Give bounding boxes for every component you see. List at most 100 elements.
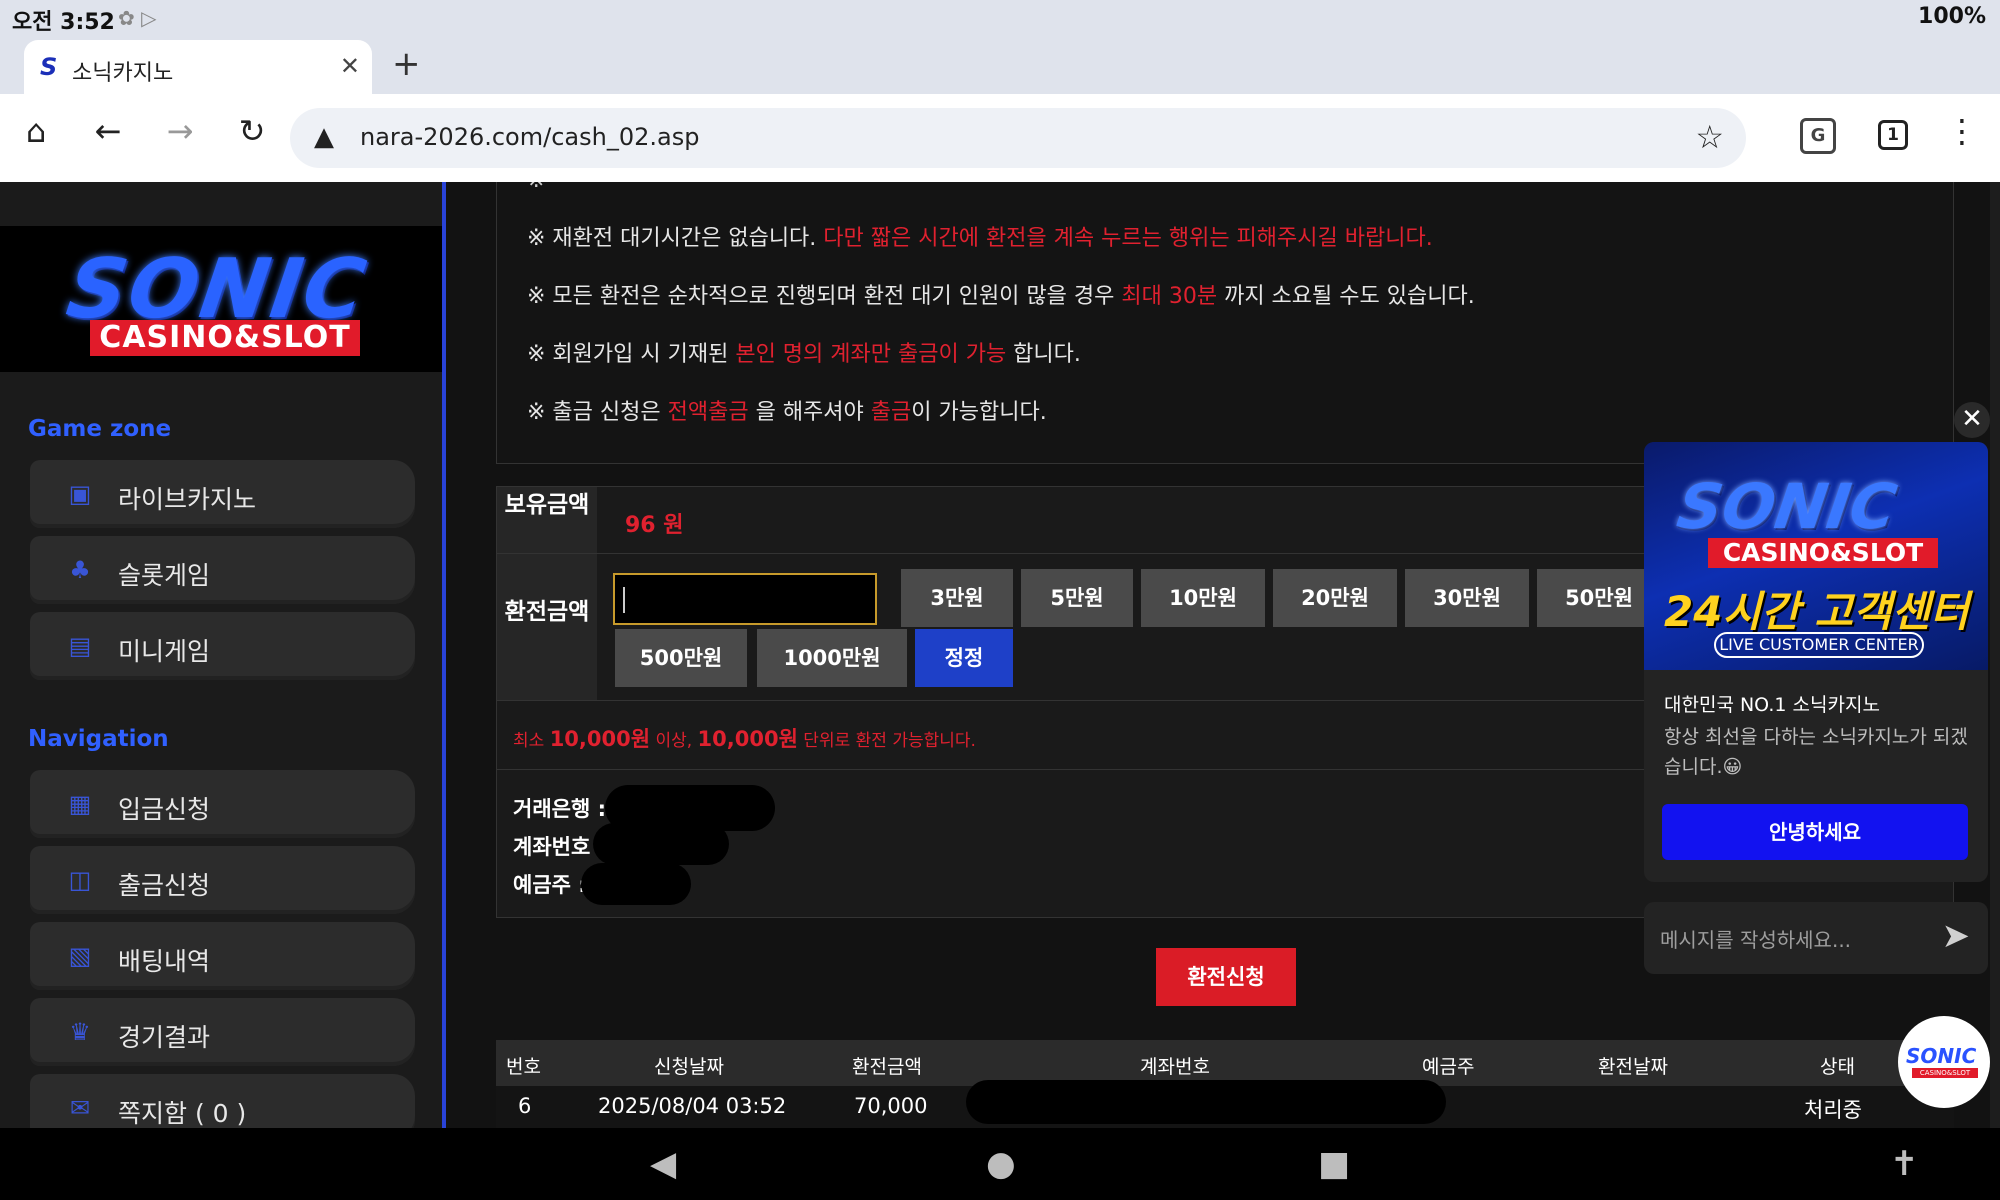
page-scroll-edge[interactable] bbox=[1990, 182, 2000, 1128]
amount-30000-button[interactable]: 3만원 bbox=[901, 569, 1013, 627]
balance-label: 보유금액 bbox=[497, 487, 597, 553]
column-header: 상태 bbox=[1820, 1056, 1855, 1078]
redaction-mark bbox=[581, 863, 691, 905]
logo-casino-slot: CASINO&SLOT bbox=[90, 320, 360, 356]
chat-close-icon[interactable]: ✕ bbox=[1954, 402, 1990, 438]
column-header: 환전날짜 bbox=[1598, 1056, 1668, 1078]
sidebar-item-label: 입금신청 bbox=[118, 795, 211, 824]
redaction-mark bbox=[966, 1080, 1446, 1124]
account-holder-label: 예금주 : bbox=[513, 873, 587, 897]
url-text[interactable]: nara-2026.com/cash_02.asp bbox=[360, 123, 699, 151]
sidebar-item-messages[interactable]: ✉ 쪽지함 ( 0 ) bbox=[30, 1074, 415, 1128]
betting-history-icon: ▧ bbox=[68, 942, 92, 970]
chat-message-input[interactable]: 메시지를 작성하세요... ➤ bbox=[1644, 902, 1988, 974]
accessibility-icon[interactable]: ✝ bbox=[1890, 1144, 1919, 1184]
chat-launcher-button[interactable]: SONIC CASINO&SLOT bbox=[1898, 1016, 1990, 1108]
sidebar-item-mini-game[interactable]: ▤ 미니게임 bbox=[30, 612, 415, 680]
chat-hello-button[interactable]: 안녕하세요 bbox=[1662, 804, 1968, 860]
wallet-icon: ◫ bbox=[68, 866, 92, 894]
status-bar: 오전 3:52 ✿ ▷ 100% bbox=[0, 0, 2000, 36]
notice-clipped-line: ※ ·········· ·········· ·········· ·····… bbox=[527, 182, 846, 193]
column-header: 번호 bbox=[506, 1056, 541, 1078]
column-header: 예금주 bbox=[1422, 1056, 1475, 1078]
notice-line: ※ 출금 신청은 전액출금 을 해주셔야 출금이 가능합니다. bbox=[527, 400, 1047, 425]
amount-label: 환전금액 bbox=[497, 554, 597, 700]
site-logo[interactable]: SONIC CASINO&SLOT bbox=[0, 226, 442, 372]
not-secure-icon[interactable]: ▲ bbox=[314, 122, 334, 152]
cell-status: 처리중 bbox=[1804, 1098, 1862, 1122]
withdraw-amount-input[interactable] bbox=[613, 573, 877, 625]
sidebar-item-label: 미니게임 bbox=[118, 637, 211, 666]
banner-24h-text: 24시간 고객센터 bbox=[1664, 587, 1969, 636]
sidebar-item-slot[interactable]: ♣ 슬롯게임 bbox=[30, 536, 415, 604]
cell-amount: 70,000 bbox=[854, 1094, 928, 1118]
battery-level: 100% bbox=[1918, 4, 1986, 29]
reload-icon[interactable]: ↻ bbox=[230, 112, 274, 150]
notice-box: ※ ·········· ·········· ·········· ·····… bbox=[496, 182, 1954, 464]
chat-launcher-logo: SONIC bbox=[1906, 1044, 1977, 1068]
chat-banner: SONIC CASINO&SLOT 24시간 고객센터 LIVE CUSTOME… bbox=[1644, 442, 1988, 670]
amount-200000-button[interactable]: 20만원 bbox=[1273, 569, 1397, 627]
banner-casino-slot: CASINO&SLOT bbox=[1708, 538, 1938, 568]
bookmark-star-icon[interactable]: ☆ bbox=[1695, 118, 1724, 156]
trophy-icon: ♛ bbox=[69, 1018, 91, 1046]
sidebar-item-deposit[interactable]: ▦ 입금신청 bbox=[30, 770, 415, 838]
home-icon[interactable]: ⌂ bbox=[14, 112, 58, 150]
banner-live-text: LIVE CUSTOMER CENTER bbox=[1714, 632, 1924, 658]
sidebar-item-live-casino[interactable]: ▣ 라이브카지노 bbox=[30, 460, 415, 528]
browser-tab[interactable]: S 소닉카지노 ✕ bbox=[24, 40, 372, 94]
chat-popup: SONIC CASINO&SLOT 24시간 고객센터 LIVE CUSTOME… bbox=[1644, 442, 1988, 882]
send-icon[interactable]: ➤ bbox=[1942, 916, 1971, 956]
more-menu-icon[interactable]: ⋮ bbox=[1940, 112, 1984, 150]
amount-100000-button[interactable]: 10만원 bbox=[1141, 569, 1265, 627]
balance-value: 96 원 bbox=[625, 513, 684, 538]
mini-game-icon: ▤ bbox=[68, 632, 92, 660]
sidebar-item-label: 라이브카지노 bbox=[118, 485, 257, 514]
status-time: 오전 3:52 bbox=[12, 10, 115, 35]
back-icon[interactable]: ← bbox=[86, 112, 130, 150]
nav-recents-icon[interactable]: ■ bbox=[1318, 1144, 1350, 1184]
deposit-icon: ▦ bbox=[68, 790, 92, 818]
game-zone-title: Game zone bbox=[28, 416, 172, 442]
nav-back-icon[interactable]: ◀ bbox=[650, 1144, 676, 1184]
site-favicon-icon: S bbox=[40, 53, 58, 81]
tab-strip: S 소닉카지노 ✕ + bbox=[0, 36, 2000, 94]
sidebar-item-label: 경기결과 bbox=[118, 1023, 211, 1052]
system-nav-bar: ◀ ● ■ ✝ bbox=[0, 1128, 2000, 1200]
sidebar-item-betting-history[interactable]: ▧ 배팅내역 bbox=[30, 922, 415, 990]
sidebar-item-label: 슬롯게임 bbox=[118, 561, 211, 590]
column-header: 환전금액 bbox=[852, 1056, 922, 1078]
sidebar-item-label: 쪽지함 ( 0 ) bbox=[118, 1099, 247, 1128]
nav-home-icon[interactable]: ● bbox=[986, 1144, 1016, 1184]
forward-icon[interactable]: → bbox=[158, 112, 202, 150]
navigation-title: Navigation bbox=[28, 726, 169, 752]
table-row[interactable]: 6 2025/08/04 03:52 70,000 처리중 bbox=[496, 1080, 1954, 1128]
column-header: 계좌번호 bbox=[1140, 1056, 1210, 1078]
sidebar-item-withdraw[interactable]: ◫ 출금신청 bbox=[30, 846, 415, 914]
message-icon: ✉ bbox=[69, 1094, 91, 1122]
new-tab-icon[interactable]: + bbox=[392, 44, 421, 84]
column-header: 신청날짜 bbox=[654, 1056, 724, 1078]
banner-sonic-text: SONIC bbox=[1672, 470, 1901, 543]
amount-5000000-button[interactable]: 500만원 bbox=[615, 629, 747, 687]
tab-title: 소닉카지노 bbox=[72, 61, 174, 86]
notice-line: ※ 회원가입 시 기재된 본인 명의 계좌만 출금이 가능 합니다. bbox=[527, 342, 1081, 367]
withdraw-submit-button[interactable]: 환전신청 bbox=[1156, 948, 1296, 1006]
amount-500000-button[interactable]: 50만원 bbox=[1537, 569, 1661, 627]
browser-toolbar: ⌂ ← → ↻ ▲ nara-2026.com/cash_02.asp ☆ G … bbox=[0, 94, 2000, 182]
close-tab-icon[interactable]: ✕ bbox=[340, 52, 360, 80]
reset-amount-button[interactable]: 정정 bbox=[915, 629, 1013, 687]
translate-icon[interactable]: G bbox=[1800, 118, 1836, 154]
cell-no: 6 bbox=[518, 1094, 532, 1118]
notice-line: ※ 모든 환전은 순차적으로 진행되며 환전 대기 인원이 많을 경우 최대 3… bbox=[527, 284, 1475, 309]
chat-launcher-sub: CASINO&SLOT bbox=[1912, 1068, 1978, 1078]
address-bar[interactable]: ▲ nara-2026.com/cash_02.asp ☆ bbox=[290, 108, 1746, 168]
sidebar-item-results[interactable]: ♛ 경기결과 bbox=[30, 998, 415, 1066]
tab-switcher-button[interactable]: 1 bbox=[1878, 120, 1908, 150]
amount-10000000-button[interactable]: 1000만원 bbox=[757, 629, 907, 687]
amount-50000-button[interactable]: 5만원 bbox=[1021, 569, 1133, 627]
redaction-mark bbox=[593, 823, 729, 865]
cell-request-date: 2025/08/04 03:52 bbox=[598, 1094, 787, 1118]
amount-300000-button[interactable]: 30만원 bbox=[1405, 569, 1529, 627]
chat-subtitle: 항상 최선을 다하는 소닉카지노가 되겠습니다.😀 bbox=[1664, 726, 1968, 778]
